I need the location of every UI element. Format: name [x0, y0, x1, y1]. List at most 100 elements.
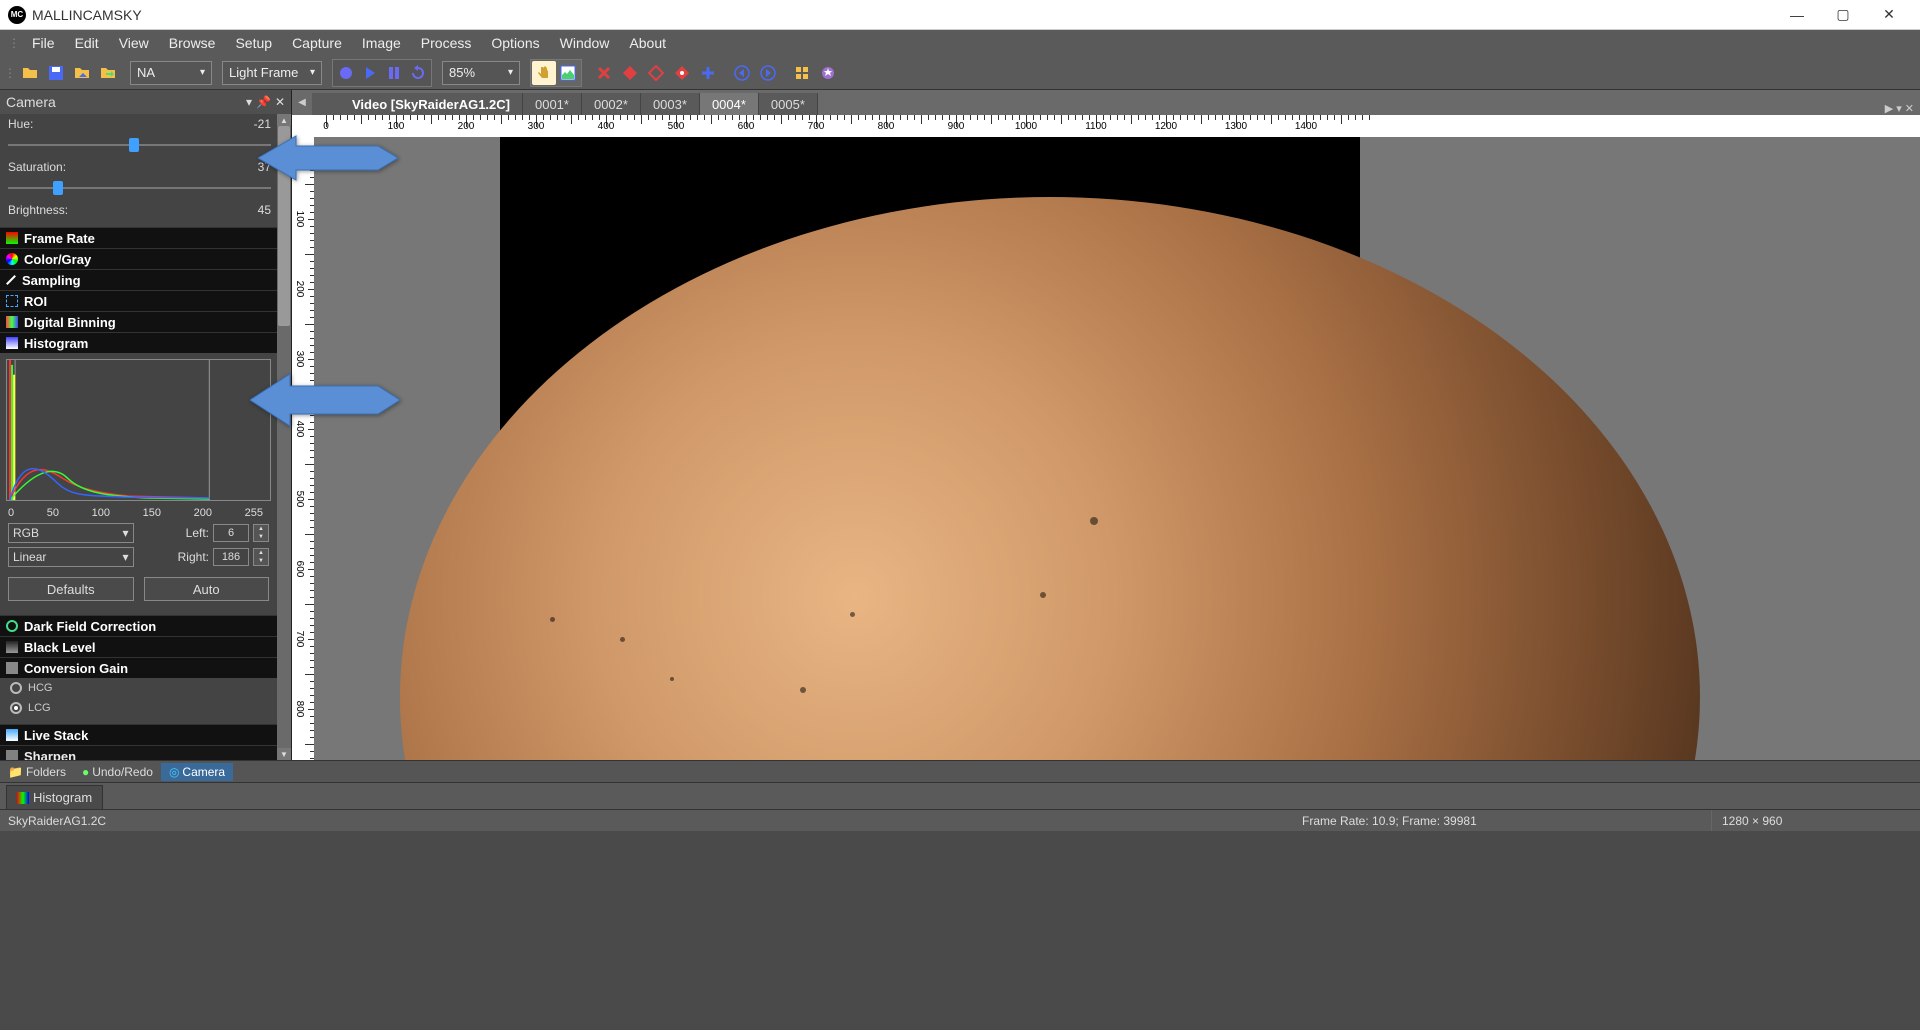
- section-digital-binning[interactable]: Digital Binning▾: [0, 311, 291, 332]
- radio-icon: [10, 682, 22, 694]
- saturation-slider-row: Saturation: 37: [0, 157, 291, 200]
- frame-type-combo[interactable]: Light Frame▾: [222, 61, 322, 85]
- menu-capture[interactable]: Capture: [282, 31, 352, 55]
- na-combo[interactable]: NA▾: [130, 61, 212, 85]
- tab-0004[interactable]: 0004*: [700, 93, 759, 115]
- loop-button[interactable]: [406, 61, 430, 85]
- tab-0005[interactable]: 0005*: [759, 93, 818, 115]
- close-panel-icon[interactable]: ✕: [275, 95, 285, 109]
- record-button[interactable]: [334, 61, 358, 85]
- histogram-display[interactable]: [6, 359, 271, 501]
- hist-right-input[interactable]: [213, 548, 249, 566]
- zoom-value: 85%: [449, 65, 475, 80]
- section-sharpen[interactable]: Sharpen▾: [0, 745, 291, 760]
- window-title: MALLINCAMSKY: [32, 7, 1774, 23]
- section-color-gray[interactable]: Color/Gray▾: [0, 248, 291, 269]
- hist-left-input[interactable]: [213, 524, 249, 542]
- section-sampling[interactable]: Sampling▾: [0, 269, 291, 290]
- tabs-nav-left[interactable]: ◀: [295, 94, 309, 110]
- section-live-stack[interactable]: Live Stack▾: [0, 724, 291, 745]
- histogram-defaults-button[interactable]: Defaults: [8, 577, 134, 601]
- pin-icon[interactable]: 📌: [256, 95, 271, 109]
- menu-bar: ⋮ File Edit View Browse Setup Capture Im…: [0, 30, 1920, 56]
- histogram-scale-select[interactable]: Linear▾: [8, 547, 134, 567]
- saturation-slider[interactable]: [8, 178, 271, 198]
- menu-file[interactable]: File: [22, 31, 65, 55]
- hist-right-spinner[interactable]: ▲▼: [253, 548, 269, 566]
- new-image-button[interactable]: [556, 61, 580, 85]
- image-tabstrip: ◀ Video [SkyRaiderAG1.2C] 0001* 0002* 00…: [292, 90, 1920, 115]
- red-diamond-1-button[interactable]: [618, 61, 642, 85]
- menu-view[interactable]: View: [109, 31, 159, 55]
- menu-setup[interactable]: Setup: [225, 31, 282, 55]
- effects-2-button[interactable]: [816, 61, 840, 85]
- folders-tab[interactable]: 📁Folders: [0, 763, 74, 781]
- dropdown-icon[interactable]: ▾: [246, 95, 252, 109]
- hist-left-spinner[interactable]: ▲▼: [253, 524, 269, 542]
- blue-plus-button[interactable]: [696, 61, 720, 85]
- menu-edit[interactable]: Edit: [65, 31, 109, 55]
- red-diamond-3-button[interactable]: [670, 61, 694, 85]
- tabs-close-icon[interactable]: ✕: [1905, 102, 1914, 115]
- zoom-combo[interactable]: 85%▾: [442, 61, 520, 85]
- tab-0001[interactable]: 0001*: [523, 93, 582, 115]
- section-conversion-gain[interactable]: Conversion Gain▴: [0, 657, 291, 678]
- hcg-radio-row[interactable]: HCG: [0, 678, 291, 698]
- status-camera-name: SkyRaiderAG1.2C: [8, 814, 106, 828]
- section-roi[interactable]: ROI▾: [0, 290, 291, 311]
- play-button[interactable]: [358, 61, 382, 85]
- transfer-button[interactable]: [96, 61, 120, 85]
- open-file-button[interactable]: [18, 61, 42, 85]
- red-diamond-2-button[interactable]: [644, 61, 668, 85]
- hist-right-label: Right:: [178, 550, 209, 564]
- hue-slider[interactable]: [8, 135, 271, 155]
- captured-image: [500, 137, 1360, 760]
- nav-forward-button[interactable]: [756, 61, 780, 85]
- menu-browse[interactable]: Browse: [159, 31, 226, 55]
- annotation-arrow-1: [258, 128, 398, 191]
- close-button[interactable]: ✕: [1866, 0, 1912, 30]
- hist-left-label: Left:: [186, 526, 209, 540]
- radio-icon: [10, 702, 22, 714]
- undo-redo-tab[interactable]: ●Undo/Redo: [74, 763, 161, 781]
- red-x-button[interactable]: [592, 61, 616, 85]
- section-histogram[interactable]: Histogram▴: [0, 332, 291, 353]
- section-black-level[interactable]: Black Level▾: [0, 636, 291, 657]
- tab-0002[interactable]: 0002*: [582, 93, 641, 115]
- histogram-auto-button[interactable]: Auto: [144, 577, 270, 601]
- histogram-dock-tab[interactable]: Histogram: [6, 785, 103, 809]
- histogram-mode-select[interactable]: RGB▾: [8, 523, 134, 543]
- hand-tool-button[interactable]: [532, 61, 556, 85]
- histogram-icon: [17, 792, 29, 804]
- na-combo-label: NA: [137, 65, 155, 80]
- brightness-slider-row: Brightness: 45: [0, 200, 291, 227]
- window-titlebar: MC MALLINCAMSKY — ▢ ✕: [0, 0, 1920, 30]
- tabs-nav-right[interactable]: ▶: [1885, 102, 1893, 115]
- minimize-button[interactable]: —: [1774, 0, 1820, 30]
- lcg-radio-row[interactable]: LCG: [0, 698, 291, 718]
- camera-panel-header[interactable]: Camera ▾ 📌 ✕: [0, 90, 291, 114]
- pause-button[interactable]: [382, 61, 406, 85]
- tab-0003[interactable]: 0003*: [641, 93, 700, 115]
- menu-window[interactable]: Window: [550, 31, 620, 55]
- menu-process[interactable]: Process: [411, 31, 482, 55]
- maximize-button[interactable]: ▢: [1820, 0, 1866, 30]
- panel-scrollbar[interactable]: ▲ ▼: [277, 114, 291, 760]
- status-frame-rate: Frame Rate: 10.9; Frame: 39981: [1292, 810, 1712, 831]
- nav-back-button[interactable]: [730, 61, 754, 85]
- tabs-menu-icon[interactable]: ▾: [1896, 102, 1902, 115]
- menu-about[interactable]: About: [619, 31, 676, 55]
- section-frame-rate[interactable]: Frame Rate▾: [0, 227, 291, 248]
- browse-button[interactable]: [70, 61, 94, 85]
- bottom-dock-tabs: Histogram: [0, 782, 1920, 809]
- annotation-arrow-2: [250, 368, 400, 435]
- camera-tab[interactable]: ◎Camera: [161, 763, 233, 781]
- image-canvas[interactable]: [314, 137, 1920, 760]
- hue-slider-row: Hue: -21: [0, 114, 291, 157]
- tab-video[interactable]: Video [SkyRaiderAG1.2C]: [312, 93, 523, 115]
- menu-options[interactable]: Options: [481, 31, 549, 55]
- save-button[interactable]: [44, 61, 68, 85]
- section-dark-field[interactable]: Dark Field Correction▾: [0, 615, 291, 636]
- effects-1-button[interactable]: [790, 61, 814, 85]
- menu-image[interactable]: Image: [352, 31, 411, 55]
